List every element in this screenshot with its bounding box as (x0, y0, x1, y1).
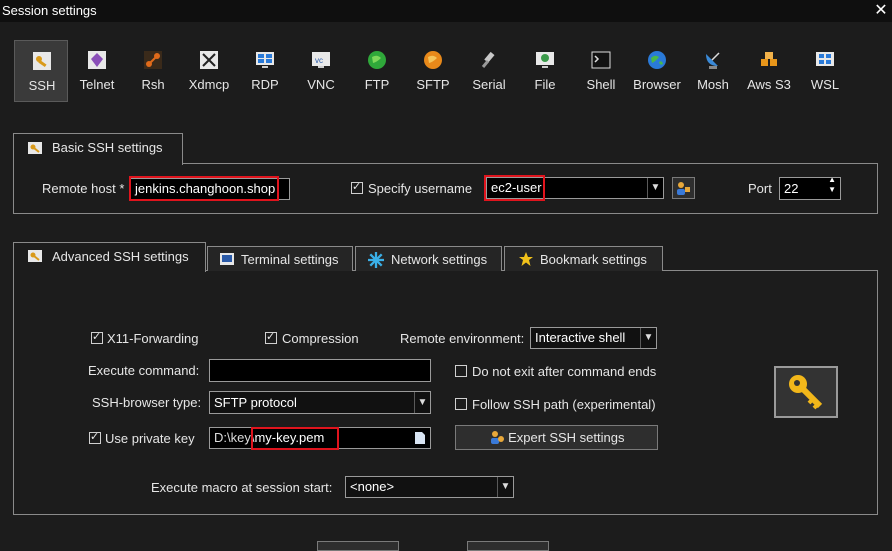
tab-label: Terminal settings (241, 252, 339, 267)
tab-terminal-settings[interactable]: Terminal settings (207, 246, 353, 271)
x11-forwarding-label: X11-Forwarding (107, 331, 199, 346)
key-wrench-icon (33, 52, 51, 70)
file-browse-icon[interactable] (415, 432, 425, 444)
session-type-ftp[interactable]: FTP (350, 40, 404, 102)
port-value: 22 (784, 181, 799, 196)
remote-environment-value: Interactive shell (535, 330, 626, 345)
key-large-icon (774, 366, 838, 418)
expert-ssh-settings-label: Expert SSH settings (508, 430, 625, 445)
remote-environment-select[interactable]: Interactive shell ▼ (530, 327, 657, 349)
tab-basic-ssh-settings[interactable]: Basic SSH settings (13, 133, 183, 165)
execute-macro-select[interactable]: <none> ▼ (345, 476, 514, 498)
session-type-serial[interactable]: Serial (462, 40, 516, 102)
green-globe-icon (368, 51, 386, 69)
compression-checkbox[interactable]: ✓ (265, 331, 277, 344)
session-type-mosh[interactable]: Mosh (686, 40, 740, 102)
session-type-wsl[interactable]: WSL (798, 40, 852, 102)
session-type-sftp[interactable]: SFTP (406, 40, 460, 102)
wrench-icon (28, 142, 42, 154)
user-icon (677, 182, 690, 195)
user-manager-button[interactable] (672, 177, 695, 199)
remote-host-label: Remote host * (42, 181, 125, 196)
session-type-shell[interactable]: Shell (574, 40, 628, 102)
specify-username-checkbox[interactable]: ✓ (351, 181, 363, 194)
follow-ssh-path-label: Follow SSH path (experimental) (472, 397, 656, 412)
title-bar (0, 0, 892, 22)
tab-label: Bookmark settings (540, 252, 647, 267)
file-monitor-icon (536, 52, 554, 68)
execute-command-input[interactable] (209, 359, 431, 382)
ok-button[interactable] (317, 541, 399, 551)
user-gear-icon (490, 431, 504, 444)
session-type-browser[interactable]: Browser (630, 40, 684, 102)
earth-globe-icon (648, 51, 666, 69)
chevron-down-icon[interactable]: ▼ (414, 392, 430, 413)
session-type-vnc[interactable]: vc VNC (294, 40, 348, 102)
remote-environment-label: Remote environment: (400, 331, 525, 346)
x11-forwarding-checkbox[interactable]: ✓ (91, 331, 103, 344)
expert-ssh-settings-button[interactable]: Expert SSH settings (455, 425, 658, 450)
use-private-key-label: Use private key (105, 431, 195, 446)
chevron-down-icon[interactable]: ▼ (640, 328, 656, 348)
golden-key-icon (789, 375, 823, 410)
no-exit-label: Do not exit after command ends (472, 364, 657, 379)
svg-text:vc: vc (315, 56, 323, 65)
tab-advanced-ssh-settings[interactable]: Advanced SSH settings (13, 242, 206, 272)
window-title: Session settings (2, 3, 97, 18)
port-label: Port (748, 181, 772, 196)
follow-ssh-path-checkbox[interactable] (455, 398, 467, 410)
execute-command-label: Execute command: (88, 363, 200, 378)
session-type-xdmcp[interactable]: Xdmcp (182, 40, 236, 102)
execute-macro-label: Execute macro at session start: (151, 480, 333, 495)
session-type-aws-s3[interactable]: Aws S3 (742, 40, 796, 102)
cancel-button[interactable] (467, 541, 549, 551)
windows-logo-icon (816, 52, 834, 66)
tab-label: Network settings (391, 252, 488, 267)
ssh-browser-type-select[interactable]: SFTP protocol ▼ (209, 391, 431, 414)
highlight-box (129, 176, 279, 201)
wrench-icon (28, 250, 42, 262)
shell-terminal-icon (591, 51, 611, 69)
chevron-down-icon[interactable]: ▼ (497, 477, 513, 497)
vnc-monitor-icon: vc (312, 52, 330, 68)
network-star-icon (368, 252, 384, 268)
no-exit-checkbox[interactable] (455, 365, 467, 377)
terminal-icon (220, 253, 234, 265)
compression-label: Compression (282, 331, 359, 346)
session-type-rdp[interactable]: RDP (238, 40, 292, 102)
satellite-plug-icon (481, 51, 495, 68)
ssh-browser-type-label: SSH-browser type: (92, 395, 202, 410)
tab-network-settings[interactable]: Network settings (355, 246, 502, 271)
satellite-dish-icon (706, 52, 720, 69)
session-type-telnet[interactable]: Telnet (70, 40, 124, 102)
purple-gem-icon (88, 51, 106, 69)
tab-label: Advanced SSH settings (52, 249, 189, 264)
windows-desktop-icon (256, 52, 274, 68)
specify-username-label: Specify username (368, 181, 473, 196)
orange-globe-icon (424, 51, 442, 69)
network-icon (144, 51, 162, 69)
port-spinner[interactable]: 22 ▲ ▼ (779, 177, 841, 200)
session-type-ssh[interactable]: SSH (14, 40, 68, 102)
execute-macro-value: <none> (350, 479, 395, 494)
spin-arrows-icon[interactable]: ▲ ▼ (828, 178, 836, 195)
tab-label: Basic SSH settings (52, 140, 163, 155)
close-icon[interactable]: ✕ (870, 0, 892, 22)
x-window-icon (200, 51, 218, 69)
use-private-key-checkbox[interactable]: ✓ (89, 431, 101, 444)
aws-cubes-icon (761, 52, 777, 66)
ssh-browser-type-value: SFTP protocol (214, 395, 297, 410)
tab-bookmark-settings[interactable]: Bookmark settings (504, 246, 663, 271)
highlight-box (251, 427, 339, 450)
star-icon (519, 252, 533, 266)
session-type-rsh[interactable]: Rsh (126, 40, 180, 102)
chevron-down-icon[interactable]: ▼ (647, 178, 663, 198)
highlight-box (484, 175, 545, 201)
private-key-dir: D:\key\ (214, 430, 255, 445)
session-type-label: WSL (810, 77, 840, 92)
session-type-file[interactable]: File (518, 40, 572, 102)
